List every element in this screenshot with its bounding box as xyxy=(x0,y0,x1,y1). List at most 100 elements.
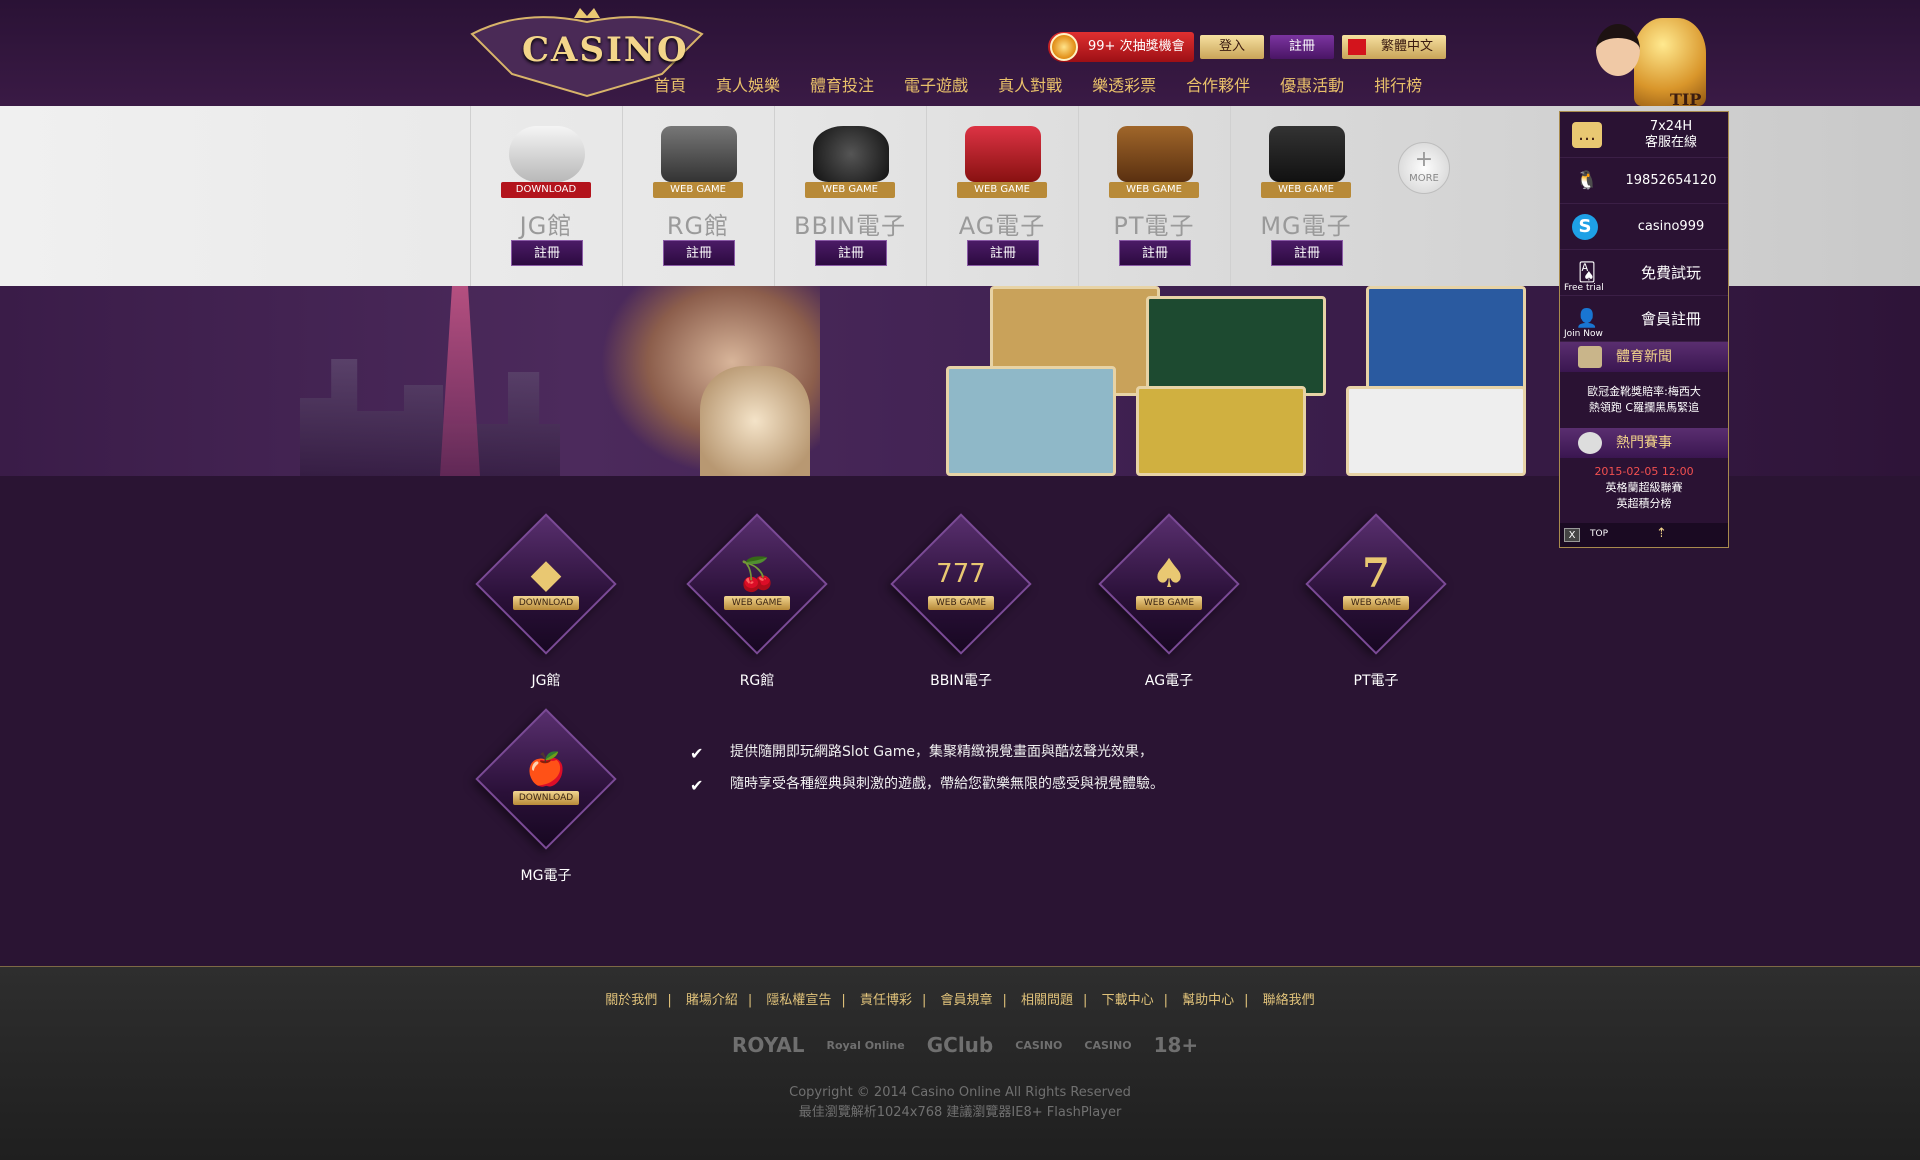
nav-item-e-games[interactable]: 電子遊戲 xyxy=(904,72,968,96)
join-small: Join Now xyxy=(1564,329,1603,339)
footer-link-faq[interactable]: 相關問題 xyxy=(1021,993,1073,1008)
nav-item-lottery[interactable]: 樂透彩票 xyxy=(1092,72,1156,96)
checkmark-icon: ✔ xyxy=(690,744,704,763)
footer-link-member-rules[interactable]: 會員規章 xyxy=(940,993,992,1008)
plus-icon: + xyxy=(1414,147,1434,172)
strip-item-jg[interactable]: DOWNLOAD JG館 註冊 xyxy=(470,106,620,286)
side-widget-footer: X TOP ⇡ xyxy=(1560,523,1728,547)
treasure-chest-icon xyxy=(1117,126,1193,182)
soccer-ball-icon xyxy=(1578,432,1602,454)
grid-item-jg[interactable]: ◆ DOWNLOAD JG館 xyxy=(461,496,631,689)
back-to-top-label[interactable]: TOP xyxy=(1590,529,1608,539)
footer-link-privacy[interactable]: 隱私權宣告 xyxy=(766,993,831,1008)
coin-icon xyxy=(1050,33,1078,61)
feature-list: ✔ 提供隨開即玩網路Slot Game，集聚精緻視覺畫面與酷炫聲光效果， ✔ 隨… xyxy=(690,740,1164,804)
qq-row[interactable]: 🐧 19852654120 xyxy=(1560,158,1728,204)
strip-register-button[interactable]: 註冊 xyxy=(967,240,1039,266)
grid-item-rg[interactable]: 🍒 WEB GAME RG館 xyxy=(672,496,842,689)
language-selector[interactable]: 繁體中文 xyxy=(1342,35,1446,59)
strip-register-button[interactable]: 註冊 xyxy=(511,240,583,266)
login-button[interactable]: 登入 xyxy=(1200,35,1264,59)
strip-name: MG電子 xyxy=(1260,212,1352,240)
language-label: 繁體中文 xyxy=(1380,39,1433,54)
seven-icon: 7 xyxy=(1362,550,1390,597)
more-label: MORE xyxy=(1409,173,1439,184)
main-nav: 首頁 真人娛樂 體育投注 電子遊戲 真人對戰 樂透彩票 合作夥伴 優惠活動 排行… xyxy=(654,72,1452,96)
strip-item-bbin[interactable]: WEB GAME BBIN電子 註冊 xyxy=(774,106,924,286)
strip-register-button[interactable]: 註冊 xyxy=(815,240,887,266)
nav-item-partners[interactable]: 合作夥伴 xyxy=(1186,72,1250,96)
chat-bubble-icon: … xyxy=(1572,122,1602,148)
grid-name: MG電子 xyxy=(520,868,572,884)
nav-item-leaderboard[interactable]: 排行榜 xyxy=(1374,72,1422,96)
hot-events-header[interactable]: 熱門賽事 xyxy=(1560,428,1728,458)
grid-item-mg[interactable]: 🍎 DOWNLOAD MG電子 xyxy=(461,691,631,884)
strip-item-ag[interactable]: WEB GAME AG電子 註冊 xyxy=(926,106,1076,286)
more-games-button[interactable]: + MORE xyxy=(1398,142,1450,194)
strip-register-button[interactable]: 註冊 xyxy=(1271,240,1343,266)
gclub-logo: GClub xyxy=(926,1033,994,1057)
skype-row[interactable]: S casino999 xyxy=(1560,204,1728,250)
qq-number: 19852654120 xyxy=(1625,173,1717,188)
diamond-icon: ◆ xyxy=(530,551,562,597)
sports-news-item[interactable]: 歐冠金靴獎賠率:梅西大 熱領跑 C羅攔黑馬緊追 xyxy=(1560,384,1728,416)
footer-link-responsible-gaming[interactable]: 責任博彩 xyxy=(860,993,912,1008)
grid-tag: DOWNLOAD xyxy=(513,596,579,610)
strip-name: PT電子 xyxy=(1113,212,1195,240)
footer-link-help[interactable]: 幫助中心 xyxy=(1182,993,1234,1008)
strip-item-rg[interactable]: WEB GAME RG館 註冊 xyxy=(622,106,772,286)
join-row[interactable]: 👤 Join Now 會員註冊 xyxy=(1560,296,1728,342)
live-support-row[interactable]: … 7x24H 客服在線 xyxy=(1560,112,1728,158)
prize-draw-button[interactable]: 99+ 次抽獎機會 xyxy=(1048,32,1194,62)
casino-logo-small: CASINO xyxy=(1015,1038,1063,1052)
close-widget-button[interactable]: X xyxy=(1564,528,1580,542)
footer-links: 關於我們 | 賭場介紹 | 隱私權宣告 | 責任博彩 | 會員規章 | 相關問題 | 下載中… xyxy=(605,993,1315,1008)
footer-link-about[interactable]: 關於我們 xyxy=(605,993,657,1008)
free-trial-row[interactable]: 🂡 Free trial 免費試玩 xyxy=(1560,250,1728,296)
footer-link-casino-intro[interactable]: 賭場介紹 xyxy=(686,993,738,1008)
city-skyline-image xyxy=(300,359,560,476)
cherry-icon: 🍒 xyxy=(737,555,777,593)
mascot-image: TIP xyxy=(1574,4,1714,112)
copyright: Copyright © 2014 Casino Online All Right… xyxy=(0,1083,1920,1123)
strip-item-pt[interactable]: WEB GAME PT電子 註冊 xyxy=(1078,106,1228,286)
grid-name: PT電子 xyxy=(1353,673,1399,689)
hot-event-item[interactable]: 2015-02-05 12:00 英格蘭超級聯賽 英超積分榜 xyxy=(1560,464,1728,512)
nav-item-sports[interactable]: 體育投注 xyxy=(810,72,874,96)
grid-item-pt[interactable]: 7 WEB GAME PT電子 xyxy=(1291,496,1461,689)
strip-tag: WEB GAME xyxy=(805,182,895,198)
hot-events-title: 熱門賽事 xyxy=(1616,435,1672,451)
footer-link-downloads[interactable]: 下載中心 xyxy=(1102,993,1154,1008)
arcade-icon xyxy=(1269,126,1345,182)
sports-news-header[interactable]: 體育新聞 xyxy=(1560,342,1728,372)
strip-register-button[interactable]: 註冊 xyxy=(1119,240,1191,266)
grid-tag: DOWNLOAD xyxy=(513,791,579,805)
strip-name: AG電子 xyxy=(958,212,1046,240)
partner-logos: ROYAL Royal Online GClub CASINO CASINO 1… xyxy=(732,1033,1198,1057)
grid-item-ag[interactable]: ♠ WEB GAME AG電子 xyxy=(1084,496,1254,689)
arrow-up-icon[interactable]: ⇡ xyxy=(1656,526,1667,541)
strip-register-button[interactable]: 註冊 xyxy=(663,240,735,266)
strip-item-mg[interactable]: WEB GAME MG電子 註冊 xyxy=(1230,106,1380,286)
hong-kong-flag-icon xyxy=(1348,39,1366,55)
news-line: 熱領跑 C羅攔黑馬緊追 xyxy=(1588,401,1700,414)
register-button[interactable]: 註冊 xyxy=(1270,35,1334,59)
nav-item-live-casino[interactable]: 真人娛樂 xyxy=(716,72,780,96)
service-hours: 7x24H xyxy=(1649,119,1693,134)
money-bag-icon xyxy=(813,126,889,182)
strip-tag: WEB GAME xyxy=(1109,182,1199,198)
nav-item-promotions[interactable]: 優惠活動 xyxy=(1280,72,1344,96)
game-grid: ◆ DOWNLOAD JG館 🍒 WEB GAME RG館 777 WEB GA… xyxy=(0,476,1920,966)
feature-item: ✔ 隨時享受各種經典與刺激的遊戲，帶給您歡樂無限的感受與視覺體驗。 xyxy=(690,772,1164,804)
logo-text: CASINO xyxy=(522,30,689,70)
free-trial-label: 免費試玩 xyxy=(1640,264,1701,282)
grid-item-bbin[interactable]: 777 WEB GAME BBIN電子 xyxy=(876,496,1046,689)
join-label: 會員註冊 xyxy=(1640,310,1701,328)
nav-item-home[interactable]: 首頁 xyxy=(654,72,686,96)
nav-item-live-battle[interactable]: 真人對戰 xyxy=(998,72,1062,96)
event-date: 2015-02-05 12:00 xyxy=(1594,465,1694,478)
footer-link-contact[interactable]: 聯絡我們 xyxy=(1263,993,1315,1008)
copyright-text: Copyright © 2014 Casino Online All Right… xyxy=(789,1085,1131,1100)
royal-logo: ROYAL xyxy=(732,1033,805,1057)
slot-machine-icon xyxy=(661,126,737,182)
